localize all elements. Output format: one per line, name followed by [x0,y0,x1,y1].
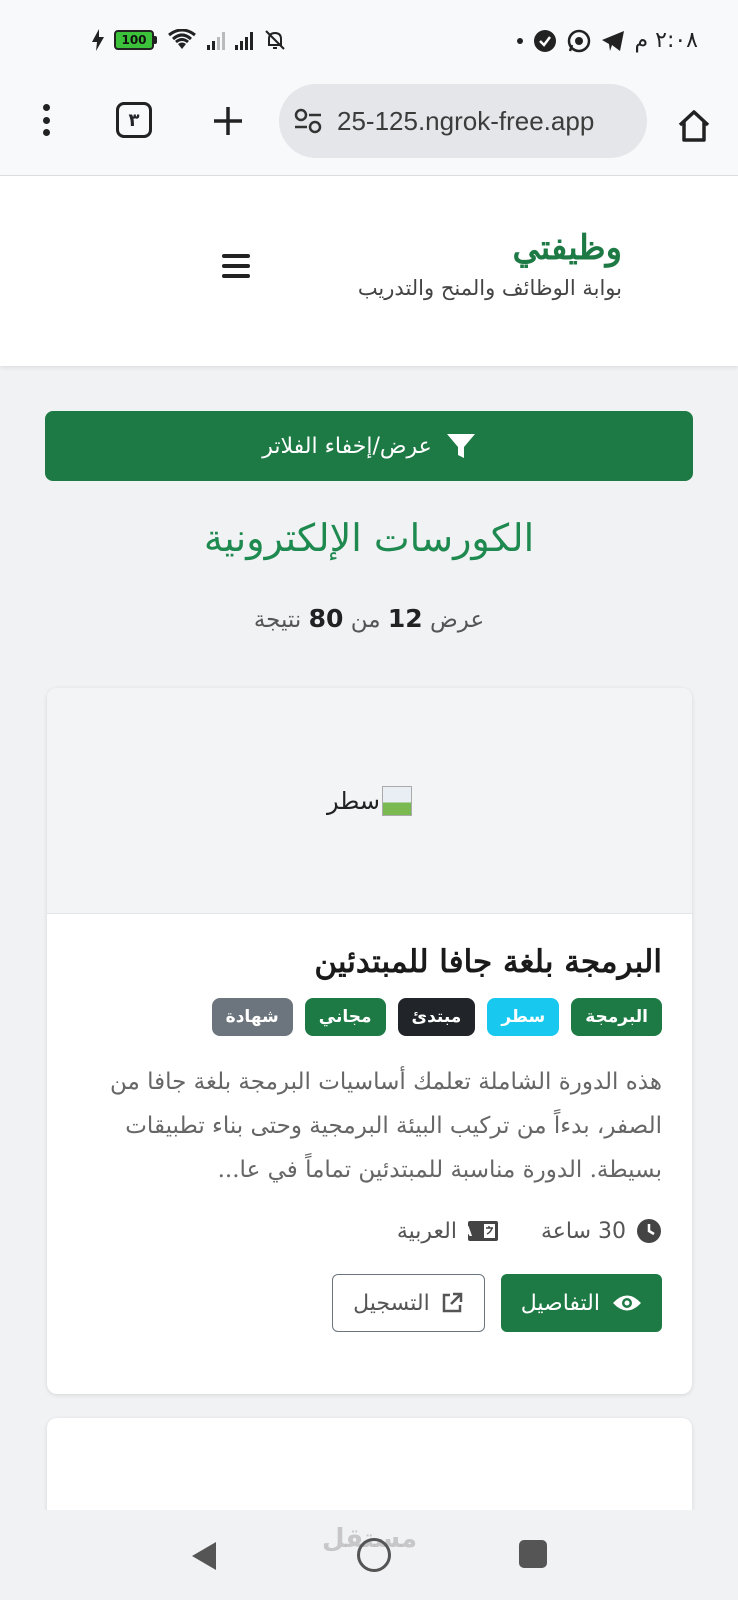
results-total: 80 [308,604,344,633]
site-settings-icon[interactable] [293,108,323,134]
badge-level: مبتدئ [397,998,476,1036]
toggle-filters-label: عرض/إخفاء الفلاتر [262,433,432,459]
badge-certificate: شهادة [211,998,293,1036]
toggle-filters-button[interactable]: عرض/إخفاء الفلاتر [45,411,693,481]
signal-icon-1 [207,30,225,50]
course-image: سطر [326,785,413,816]
whatsapp-icon [567,29,590,52]
status-icons-left: 100 [92,28,287,52]
browser-toolbar: ٣ 25-125.ngrok-free.app [0,84,738,176]
back-icon[interactable] [190,1540,218,1572]
clock-icon [637,1219,661,1243]
hamburger-menu-icon[interactable] [222,254,250,278]
tab-switcher-button[interactable]: ٣ [116,102,152,138]
register-label: التسجيل [353,1290,430,1316]
plus-icon [214,107,242,135]
course-image-alt: سطر [326,786,381,815]
details-button[interactable]: التفاصيل [500,1274,662,1332]
home-nav-icon[interactable] [357,1538,391,1572]
course-card: سطر البرمجة بلغة جافا للمبتدئين البرمجة … [47,688,692,1394]
clock: ٢:٠٨ م [634,28,699,53]
wifi-icon [168,29,196,49]
course-card-next [47,1418,692,1518]
home-button[interactable] [672,104,716,148]
register-button[interactable]: التسجيل [332,1274,485,1332]
badge-category: البرمجة [571,998,662,1036]
badge-price: مجاني [304,998,386,1036]
results-shown: 12 [387,604,423,633]
system-nav-bar: مستقل [0,1510,738,1600]
home-icon [678,110,710,142]
bell-off-icon [265,30,285,50]
broken-image-icon [382,785,413,816]
course-title[interactable]: البرمجة بلغة جافا للمبتدئين [77,944,662,980]
battery-icon: 100 [114,30,157,50]
course-badges: البرمجة سطر مبتدئ مجاني شهادة [77,998,662,1036]
telegram-icon [601,30,624,51]
course-duration: 30 ساعة [540,1218,626,1244]
course-description: هذه الدورة الشاملة تعلمك أساسيات البرمجة… [109,1069,662,1183]
verified-icon [533,29,556,52]
notification-dot [516,37,523,44]
badge-provider: سطر [487,998,560,1036]
url-text: 25-125.ngrok-free.app [337,105,595,136]
status-icons-right: ٢:٠٨ م [516,28,699,53]
filter-icon [446,434,475,458]
course-language: العربية [396,1218,457,1244]
site-header: وظيفتي بوابة الوظائف والمنح والتدريب [0,176,738,366]
svg-text:A: A [467,1225,472,1240]
results-count: عرض 12 من 80 نتيجة [0,604,738,633]
results-suffix: نتيجة [253,607,302,633]
site-brand[interactable]: وظيفتي بوابة الوظائف والمنح والتدريب [358,228,622,300]
battery-level: 100 [114,30,154,50]
address-bar[interactable]: 25-125.ngrok-free.app [279,84,647,158]
details-label: التفاصيل [520,1290,600,1316]
browser-menu-button[interactable] [36,98,56,142]
eye-icon [613,1295,641,1311]
site-name: وظيفتي [512,228,622,268]
signal-icon-2 [235,30,253,50]
results-prefix: عرض [429,607,485,633]
charging-icon [92,29,104,51]
results-mid: من [350,607,381,633]
course-image-area: سطر [47,688,692,914]
recent-apps-icon[interactable] [519,1540,547,1568]
new-tab-button[interactable] [206,99,250,143]
status-bar: 100 ٢:٠٨ م [0,0,738,84]
language-icon: A [467,1221,498,1241]
site-tagline: بوابة الوظائف والمنح والتدريب [357,276,622,300]
course-actions: التفاصيل التسجيل [77,1274,662,1332]
course-meta: 30 ساعة A العربية [77,1218,662,1244]
page-title: الكورسات الإلكترونية [203,516,535,560]
external-link-icon [442,1292,462,1313]
